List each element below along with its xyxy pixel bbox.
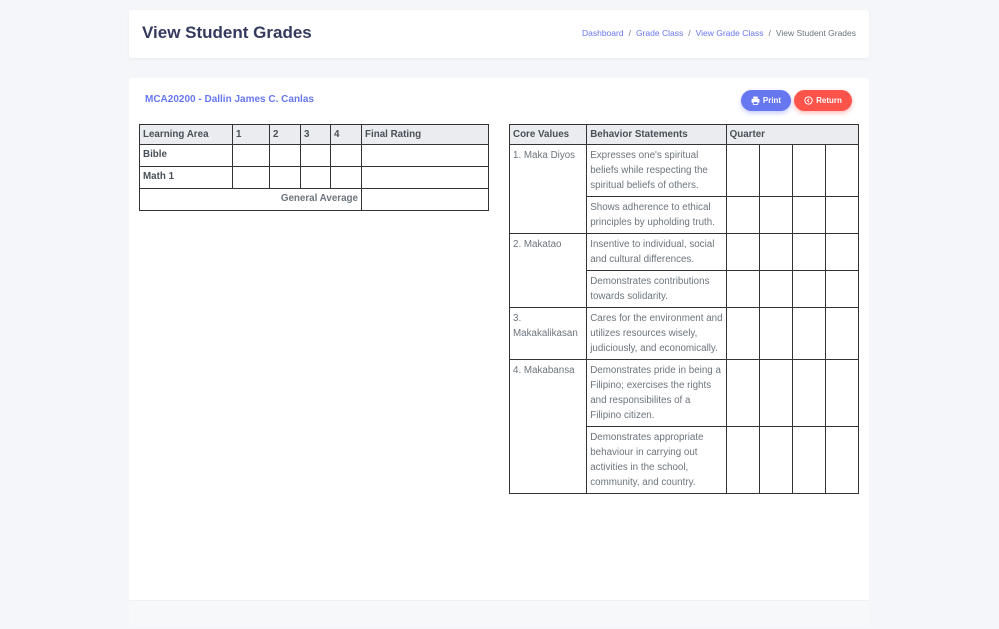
- breadcrumb-view-grade-class[interactable]: View Grade Class: [696, 28, 764, 38]
- print-label: Print: [762, 96, 782, 105]
- grades-header-row: Learning Area 1 2 3 4 Final Rating: [139, 124, 489, 145]
- grades-table: Learning Area 1 2 3 4 Final Rating Bible…: [139, 124, 489, 211]
- table-row: 4. Makabansa Demonstrates pride in being…: [508, 359, 860, 494]
- table-row: 1. Maka Diyos Expresses one's spiritual …: [508, 144, 860, 234]
- general-average-label: General Average: [139, 188, 362, 211]
- grade-cell: [232, 144, 270, 167]
- core-value-cell: 2. Makatao: [508, 233, 588, 308]
- final-rating-cell: [361, 166, 489, 189]
- col-q4: 4: [330, 124, 362, 145]
- core-values-table: Core Values Behavior Statements Quarter …: [508, 124, 860, 494]
- arrow-circle-left-icon: [804, 96, 813, 105]
- core-value-cell: 1. Maka Diyos: [508, 144, 588, 234]
- subject-cell: Math 1: [139, 166, 233, 189]
- general-average-value: [361, 188, 489, 211]
- col-behavior-statements: Behavior Statements: [586, 124, 727, 145]
- col-quarter: Quarter: [725, 124, 860, 145]
- behavior-statement: Demonstrates pride in being a Filipino; …: [586, 359, 727, 427]
- grade-cell: [269, 144, 301, 167]
- core-value-cell: 4. Makabansa: [508, 359, 588, 494]
- return-button[interactable]: Return: [794, 90, 852, 111]
- table-row: 2. Makatao Insentive to individual, soci…: [508, 233, 860, 308]
- behavior-statement: Cares for the environment and utilizes r…: [586, 307, 727, 360]
- general-average-row: General Average: [139, 188, 489, 211]
- grade-cell: [269, 166, 301, 189]
- col-q1: 1: [232, 124, 270, 145]
- print-button[interactable]: Print: [741, 90, 791, 111]
- core-value-cell: 3. Makakalikasan: [508, 307, 588, 360]
- final-rating-cell: [361, 144, 489, 167]
- behavior-statement: Expresses one's spiritual beliefs while …: [586, 144, 727, 197]
- grade-cell: [300, 144, 331, 167]
- behavior-statement: Shows adherence to ethical principles by…: [586, 196, 727, 234]
- page-title: View Student Grades: [142, 23, 312, 42]
- behavior-statement: Insentive to individual, social and cult…: [586, 233, 727, 271]
- return-label: Return: [816, 96, 842, 105]
- grades-card: MCA20200 - Dallin James C. Canlas Print …: [129, 78, 869, 626]
- table-row: Bible: [139, 144, 489, 167]
- behavior-statement: Demonstrates appropriate behaviour in ca…: [586, 426, 727, 494]
- col-learning-area: Learning Area: [139, 124, 233, 145]
- grade-cell: [330, 144, 362, 167]
- values-header-row: Core Values Behavior Statements Quarter: [508, 124, 860, 145]
- col-core-values: Core Values: [508, 124, 588, 145]
- card-footer: [129, 600, 869, 626]
- grade-cell: [330, 166, 362, 189]
- table-row: Math 1: [139, 166, 489, 189]
- breadcrumb: Dashboard / Grade Class / View Grade Cla…: [581, 28, 856, 38]
- behavior-statement: Demonstrates contributions towards solid…: [586, 270, 727, 308]
- page-header: View Student Grades Dashboard / Grade Cl…: [129, 10, 869, 58]
- col-final-rating: Final Rating: [361, 124, 489, 145]
- table-row: 3. Makakalikasan Cares for the environme…: [508, 307, 860, 360]
- subject-cell: Bible: [139, 144, 233, 167]
- breadcrumb-grade-class[interactable]: Grade Class: [636, 28, 683, 38]
- breadcrumb-dashboard[interactable]: Dashboard: [582, 28, 624, 38]
- breadcrumb-current: View Student Grades: [775, 28, 856, 38]
- student-name: MCA20200 - Dallin James C. Canlas: [145, 94, 314, 105]
- col-q2: 2: [269, 124, 301, 145]
- col-q3: 3: [300, 124, 331, 145]
- grade-cell: [300, 166, 331, 189]
- grade-cell: [232, 166, 270, 189]
- printer-icon: [751, 96, 760, 105]
